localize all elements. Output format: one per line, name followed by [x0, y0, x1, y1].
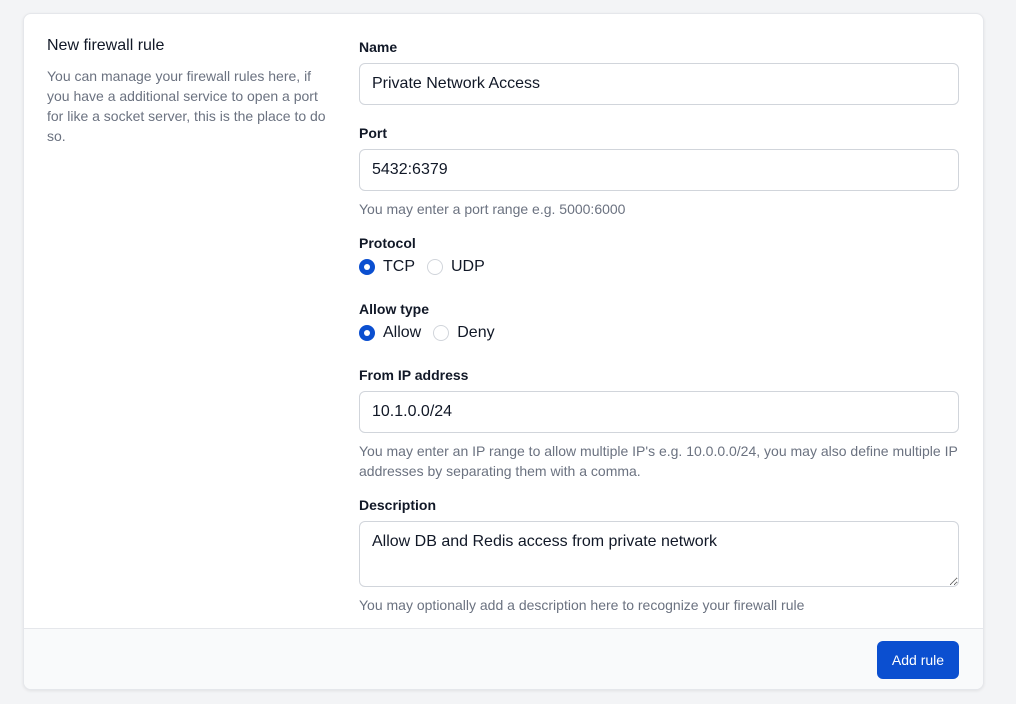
- firewall-rule-card: New firewall rule You can manage your fi…: [23, 13, 984, 690]
- protocol-udp-radio[interactable]: [427, 259, 443, 275]
- protocol-label: Protocol: [359, 235, 416, 251]
- allow-type-option-deny[interactable]: Deny: [433, 324, 495, 342]
- protocol-option-udp[interactable]: UDP: [427, 258, 485, 276]
- protocol-field-group: Protocol TCP UDP: [359, 234, 960, 278]
- section-title: New firewall rule: [47, 37, 165, 54]
- description-textarea[interactable]: Allow DB and Redis access from private n…: [359, 521, 959, 587]
- allow-label: Allow: [383, 324, 422, 341]
- deny-label: Deny: [457, 324, 495, 341]
- add-rule-button[interactable]: Add rule: [877, 641, 959, 679]
- section-description: You can manage your firewall rules here,…: [47, 68, 326, 144]
- port-input[interactable]: [359, 149, 959, 191]
- protocol-tcp-radio[interactable]: [359, 259, 375, 275]
- protocol-tcp-label: TCP: [383, 258, 415, 275]
- from-ip-field-group: From IP address You may enter an IP rang…: [359, 366, 960, 481]
- deny-radio[interactable]: [433, 325, 450, 341]
- allow-type-label: Allow type: [359, 301, 430, 317]
- port-label: Port: [359, 125, 387, 141]
- allow-type-radio-group: Allow Deny: [359, 322, 960, 344]
- from-ip-input[interactable]: [359, 391, 959, 433]
- section-intro: New firewall rule You can manage your fi…: [47, 36, 337, 146]
- allow-radio[interactable]: [359, 325, 375, 341]
- description-hint: You may optionally add a description her…: [359, 597, 805, 613]
- name-field-group: Name: [359, 38, 960, 105]
- port-hint: You may enter a port range e.g. 5000:600…: [359, 201, 626, 217]
- name-label: Name: [359, 39, 398, 55]
- allow-type-field-group: Allow type Allow Deny: [359, 300, 960, 344]
- form-footer: Add rule: [24, 628, 983, 689]
- description-field-group: Description Allow DB and Redis access fr…: [359, 496, 960, 615]
- protocol-udp-label: UDP: [451, 258, 485, 275]
- name-input[interactable]: [359, 63, 959, 105]
- port-field-group: Port You may enter a port range e.g. 500…: [359, 124, 960, 219]
- from-ip-hint: You may enter an IP range to allow multi…: [359, 443, 958, 479]
- protocol-option-tcp[interactable]: TCP: [359, 258, 415, 276]
- from-ip-label: From IP address: [359, 367, 469, 383]
- protocol-radio-group: TCP UDP: [359, 256, 960, 278]
- allow-type-option-allow[interactable]: Allow: [359, 324, 421, 342]
- description-label: Description: [359, 497, 437, 513]
